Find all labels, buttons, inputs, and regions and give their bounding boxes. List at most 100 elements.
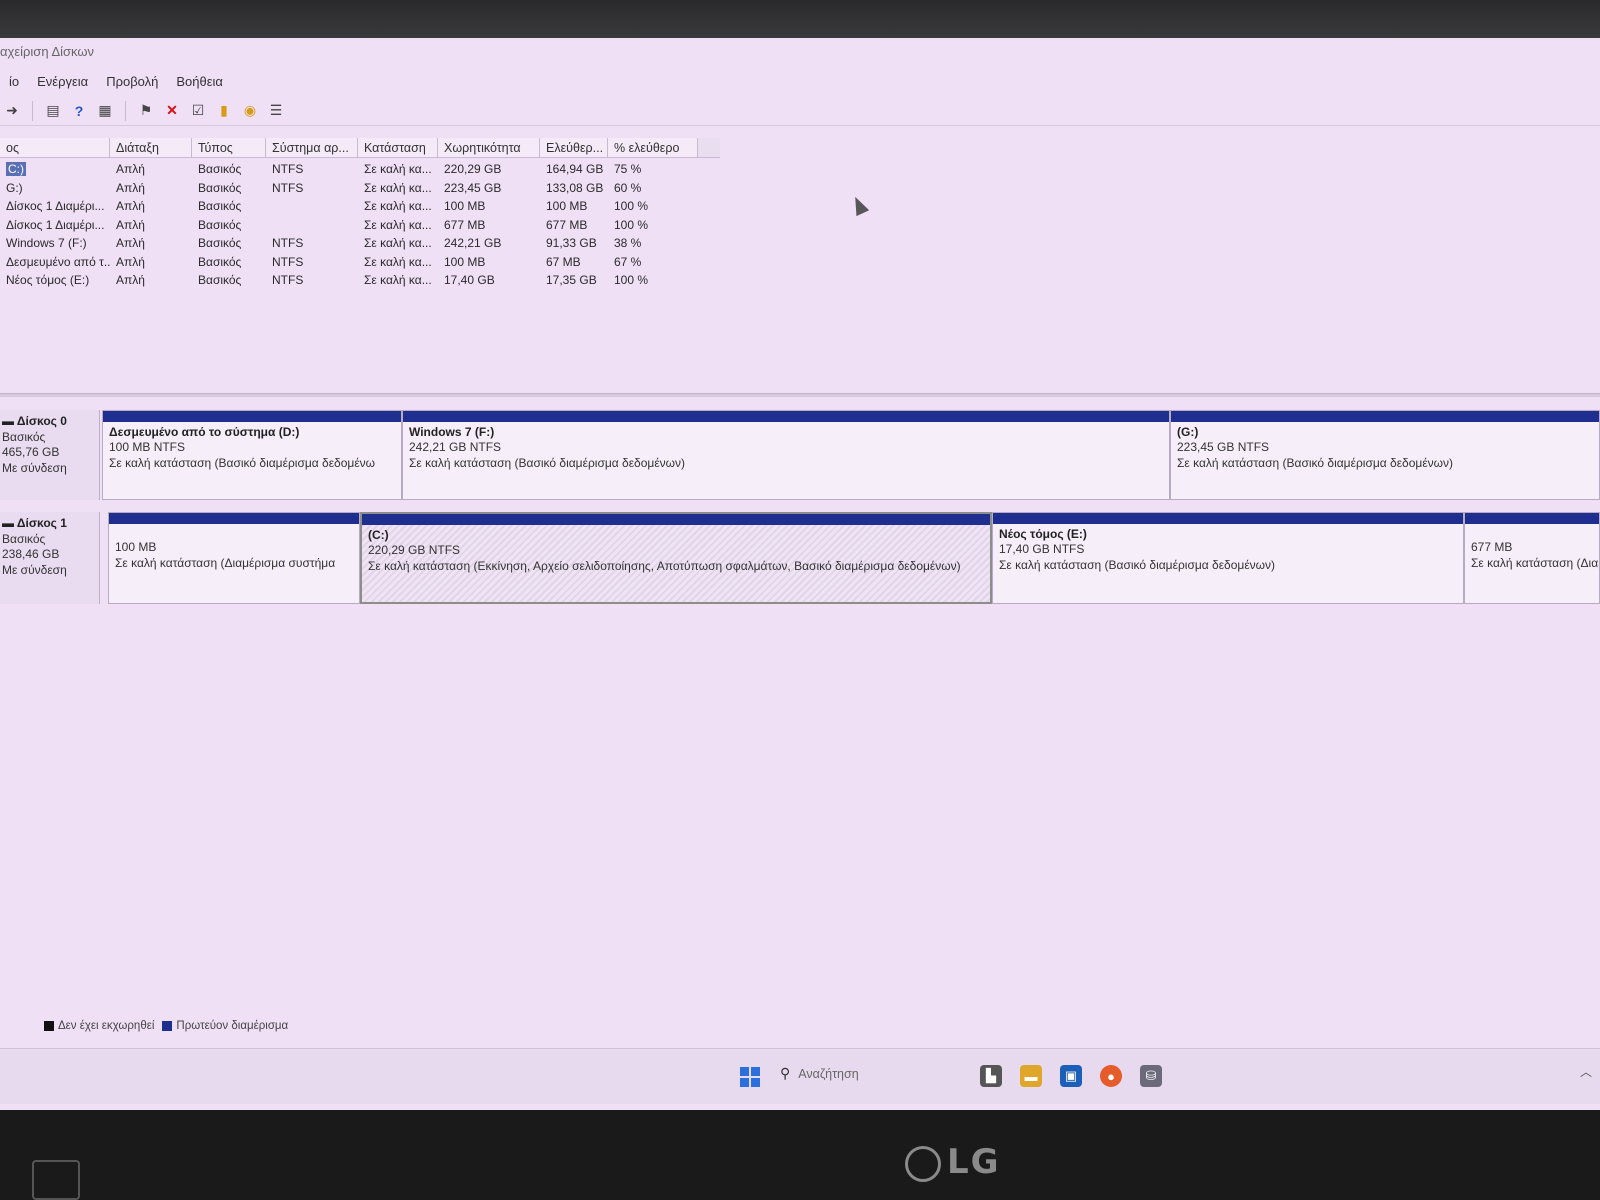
disk-type: Βασικός xyxy=(2,429,46,444)
col-status[interactable]: Κατάσταση xyxy=(358,138,438,157)
partition[interactable]: Windows 7 (F:) 242,21 GB NTFS Σε καλή κα… xyxy=(402,410,1170,500)
volume-type: Βασικός xyxy=(198,180,242,195)
partition[interactable]: Νέος τόμος (E:) 17,40 GB NTFS Σε καλή κα… xyxy=(992,512,1464,604)
col-volume[interactable]: ος xyxy=(0,138,110,157)
disk-state: Με σύνδεση xyxy=(2,562,67,577)
partition-size: 223,45 GB NTFS xyxy=(1177,440,1270,454)
volume-type: Βασικός xyxy=(198,199,242,214)
partition[interactable]: 677 MB Σε καλή κατάσταση (Διαμέ xyxy=(1464,512,1600,604)
volume-free: 91,33 GB xyxy=(546,236,597,251)
partition[interactable]: (G:) 223,45 GB NTFS Σε καλή κατάσταση (Β… xyxy=(1170,410,1600,500)
disk-management-icon[interactable]: ⛁ xyxy=(1140,1065,1162,1087)
volume-percent-free: 60 % xyxy=(614,180,642,195)
volume-fs: NTFS xyxy=(272,273,304,288)
table-row[interactable]: Νέος τόμος (E:) Απλή Βασικός NTFS Σε καλ… xyxy=(0,271,720,290)
mouse-cursor-icon xyxy=(848,193,870,217)
back-icon[interactable]: ➜ xyxy=(2,102,22,120)
partition[interactable]: Δεσμευμένο από το σύστημα (D:) 100 MB NT… xyxy=(102,410,402,500)
store-icon[interactable]: ▣ xyxy=(1060,1065,1082,1087)
volume-layout: Απλή xyxy=(116,217,145,232)
col-free[interactable]: Ελεύθερ... xyxy=(540,138,608,157)
table-row[interactable]: Δεσμευμένο από τ... Απλή Βασικός NTFS Σε… xyxy=(0,253,720,272)
volume-free: 17,35 GB xyxy=(546,273,597,288)
volume-free: 133,08 GB xyxy=(546,180,604,195)
partition-bar xyxy=(1465,513,1599,524)
toolbar-separator xyxy=(32,100,33,121)
search-placeholder: Αναζήτηση xyxy=(798,1066,859,1081)
table-row[interactable]: Windows 7 (F:) Απλή Βασικός NTFS Σε καλή… xyxy=(0,234,720,253)
table-row[interactable]: G:) Απλή Βασικός NTFS Σε καλή κα... 223,… xyxy=(0,179,720,198)
disk-0-label[interactable]: ▬ Δίσκος 0 Βασικός 465,76 GB Με σύνδεση xyxy=(0,410,100,500)
partition-size: 242,21 GB NTFS xyxy=(409,440,502,454)
volume-status: Σε καλή κα... xyxy=(364,273,432,288)
menu-help[interactable]: Βοήθεια xyxy=(167,70,232,94)
firefox-icon[interactable]: ● xyxy=(1100,1065,1122,1087)
partition-bar xyxy=(362,514,990,525)
monitor-bezel-top xyxy=(0,0,1600,40)
partition-size: 100 MB xyxy=(115,540,157,554)
volume-percent-free: 100 % xyxy=(614,199,649,214)
chevron-up-icon[interactable]: ︿ xyxy=(1580,1063,1592,1080)
properties-icon[interactable]: ▦ xyxy=(95,102,115,120)
search-icon: ⚲ xyxy=(780,1065,791,1081)
list-icon[interactable]: ☰ xyxy=(266,102,286,120)
partition-size: 17,40 GB NTFS xyxy=(999,542,1085,556)
folder-icon[interactable]: ▬ xyxy=(1020,1065,1042,1087)
col-percent-free[interactable]: % ελεύθερο xyxy=(608,138,698,157)
volume-type: Βασικός xyxy=(198,254,242,269)
folder-search-icon[interactable]: ◉ xyxy=(240,102,260,120)
table-row[interactable]: Δίσκος 1 Διαμέρι... Απλή Βασικός Σε καλή… xyxy=(0,216,720,235)
disk-0: ▬ Δίσκος 0 Βασικός 465,76 GB Με σύνδεση … xyxy=(0,410,1600,500)
col-capacity[interactable]: Χωρητικότητα xyxy=(438,138,540,157)
col-layout[interactable]: Διάταξη xyxy=(110,138,192,157)
volume-free: 677 MB xyxy=(546,217,588,232)
table-row[interactable]: Δίσκος 1 Διαμέρι... Απλή Βασικός Σε καλή… xyxy=(0,197,720,216)
col-filesystem[interactable]: Σύστημα αρ... xyxy=(266,138,358,157)
volume-capacity: 100 MB xyxy=(444,199,486,214)
volume-list: C:) Απλή Βασικός NTFS Σε καλή κα... 220,… xyxy=(0,160,720,290)
check-icon[interactable]: ☑ xyxy=(188,102,208,120)
volume-table-header: ος Διάταξη Τύπος Σύστημα αρ... Κατάσταση… xyxy=(0,138,720,158)
legend-swatch xyxy=(44,1020,54,1031)
pane-splitter[interactable] xyxy=(0,393,1600,397)
partition-bar xyxy=(403,411,1169,422)
partition-selected[interactable]: (C:) 220,29 GB NTFS Σε καλή κατάσταση (Ε… xyxy=(360,512,992,604)
volume-status: Σε καλή κα... xyxy=(364,254,432,269)
volume-capacity: 220,29 GB xyxy=(444,162,502,177)
console-icon[interactable]: ▤ xyxy=(43,102,63,120)
disk-state: Με σύνδεση xyxy=(2,460,67,475)
partition[interactable]: 100 MB Σε καλή κατάσταση (Διαμέρισμα συσ… xyxy=(108,512,360,604)
volume-percent-free: 100 % xyxy=(614,217,649,232)
legend-item-unallocated: Δεν έχει εκχωρηθεί xyxy=(44,1020,154,1032)
delete-icon[interactable]: ✕ xyxy=(162,102,182,120)
volume-layout: Απλή xyxy=(116,199,145,214)
volume-capacity: 677 MB xyxy=(444,217,486,232)
volume-layout: Απλή xyxy=(116,236,145,251)
file-explorer-icon[interactable]: ▙ xyxy=(980,1065,1002,1087)
menu-view[interactable]: Προβολή xyxy=(97,70,167,94)
col-type[interactable]: Τύπος xyxy=(192,138,266,157)
partition-status: Σε καλή κατάσταση (Βασικό διαμέρισμα δεδ… xyxy=(109,456,376,470)
disk-1: ▬ Δίσκος 1 Βασικός 238,46 GB Με σύνδεση … xyxy=(0,512,1600,604)
volume-name: Δεσμευμένο από τ... xyxy=(6,254,110,269)
partition-size: 220,29 GB NTFS xyxy=(368,543,461,557)
menu-action[interactable]: Ενέργεια xyxy=(28,70,97,94)
volume-name: Δίσκος 1 Διαμέρι... xyxy=(6,217,105,232)
lg-logo-icon xyxy=(905,1145,941,1182)
folder-up-icon[interactable]: ▮ xyxy=(214,102,234,120)
help-icon[interactable]: ? xyxy=(69,102,89,120)
connect-icon[interactable]: ⚑ xyxy=(136,102,156,120)
disk-1-label[interactable]: ▬ Δίσκος 1 Βασικός 238,46 GB Με σύνδεση xyxy=(0,512,100,604)
volume-fs: NTFS xyxy=(272,254,304,269)
start-icon[interactable] xyxy=(740,1067,760,1087)
volume-type: Βασικός xyxy=(198,273,242,288)
taskbar-search[interactable]: ⚲ Αναζήτηση xyxy=(780,1065,859,1082)
menu-file[interactable]: ίο xyxy=(0,70,28,94)
volume-name: C:) xyxy=(6,162,26,177)
disk-type: Βασικός xyxy=(2,531,46,546)
partition-name: (C:) xyxy=(368,528,389,542)
volume-status: Σε καλή κα... xyxy=(364,162,432,177)
table-row[interactable]: C:) Απλή Βασικός NTFS Σε καλή κα... 220,… xyxy=(0,160,720,179)
monitor-bezel-bottom xyxy=(0,1110,1600,1200)
disk-size: 238,46 GB xyxy=(2,547,60,561)
